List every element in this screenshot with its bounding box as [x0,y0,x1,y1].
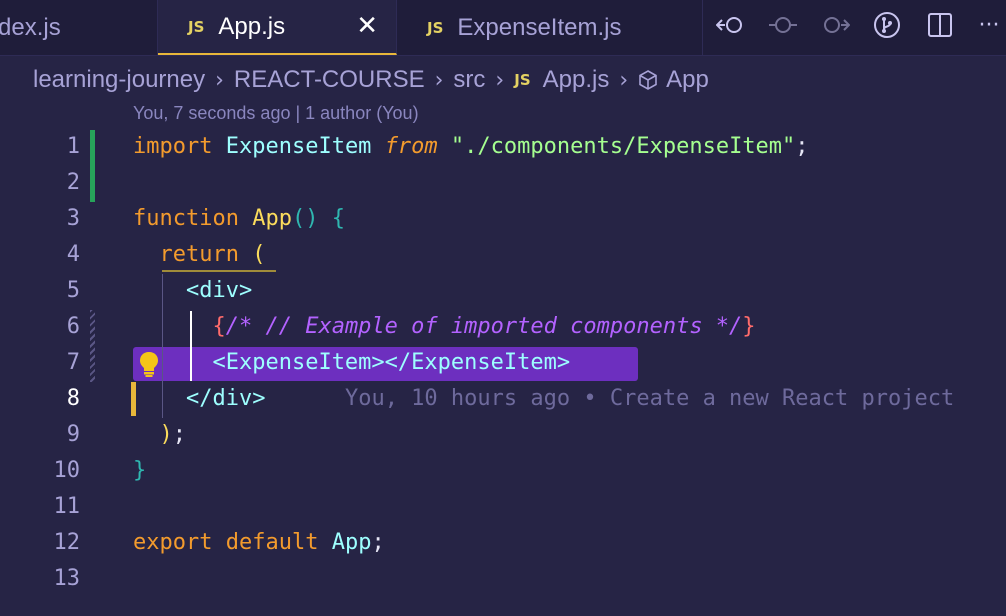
code-line-4[interactable]: return ( [133,242,266,267]
breadcrumb-separator: › [434,67,444,93]
code-line-5[interactable]: <div> [133,278,252,303]
source-control-icon[interactable] [870,8,904,42]
string-literal: "./components/ExpenseItem" [450,134,796,159]
line-number: 1 [66,134,80,159]
line-number-active: 8 [66,386,80,411]
identifier: App [331,530,372,555]
identifier: ExpenseItem [225,134,372,159]
parentheses: () [291,206,319,231]
code-line-10[interactable]: } [133,458,146,483]
jsx-tag: <ExpenseItem></ExpenseItem> [212,350,571,375]
close-brace: } [133,458,147,483]
commit-icon[interactable] [766,8,800,42]
line-number: 5 [66,278,80,303]
code-line-7[interactable]: <ExpenseItem></ExpenseItem> [133,350,570,375]
keyword-return: return [159,242,239,267]
line-number: 4 [66,242,80,267]
code-line-8[interactable]: </div> You, 10 hours ago • Create a new … [133,386,954,411]
line-number: 2 [66,170,80,195]
keyword-function: function [133,206,239,231]
open-brace: { [331,206,345,231]
line-number: 6 [66,314,80,339]
code-line-9[interactable]: ); [133,422,187,447]
keyword-export: export [133,530,213,555]
jsx-expression-open: { [212,314,226,339]
tab-app-js[interactable]: JS App.js ✕ [158,0,397,55]
line-number: 9 [66,422,80,447]
go-forward-icon[interactable] [818,8,852,42]
added-lines-indicator[interactable] [90,130,95,202]
symbol-cube-icon [639,70,657,90]
open-paren: ( [252,242,266,267]
js-file-icon: JS [188,17,205,36]
keyword-from: from [384,134,438,159]
breadcrumb-item-app-js[interactable]: App.js [543,66,610,94]
breadcrumb: learning-journey › REACT-COURSE › src › … [0,58,1006,102]
bracket-match-underline [162,270,276,272]
split-editor-icon[interactable] [923,8,957,42]
inline-blame[interactable]: You, 10 hours ago • Create a new React p… [345,386,954,411]
breadcrumb-separator: › [495,67,505,93]
tab-label: ExpenseItem.js [457,13,622,41]
comment: /* // Example of imported components */ [225,314,743,339]
code-line-1[interactable]: import ExpenseItem from "./components/Ex… [133,134,809,159]
codelens-blame-header[interactable]: You, 7 seconds ago | 1 author (You) [133,103,419,124]
deleted-lines-indicator[interactable] [90,310,95,382]
line-number: 7 [66,350,80,375]
breadcrumb-separator: › [215,67,224,93]
line-number: 11 [53,494,81,519]
close-icon[interactable]: ✕ [356,13,378,39]
semicolon: ; [795,134,809,159]
keyword-default: default [225,530,319,555]
code-line-3[interactable]: function App() { [133,206,345,231]
close-paren: ) [159,422,173,447]
line-number: 3 [66,206,80,231]
more-actions-icon[interactable]: ··· [972,8,1006,42]
more-actions-glyph: ··· [978,12,1000,38]
breadcrumb-item-src[interactable]: src [453,66,485,94]
jsx-tag: <div> [185,278,253,303]
breadcrumb-separator: › [619,67,629,93]
jsx-tag: </div> [185,386,266,411]
semicolon: ; [371,530,385,555]
code-line-12[interactable]: export default App; [133,530,385,555]
js-file-icon: JS [514,71,531,89]
line-number: 12 [53,530,81,555]
go-back-icon[interactable] [714,8,748,42]
tab-bar: dex.js JS App.js ✕ JS ExpenseItem.js ··· [0,0,1006,56]
keyword-import: import [133,134,213,159]
jsx-expression-close: } [742,314,756,339]
tab-index-js[interactable]: dex.js [0,0,158,55]
code-line-6[interactable]: {/* // Example of imported components */… [133,314,756,339]
tab-expenseitem-js[interactable]: JS ExpenseItem.js [397,0,703,55]
breadcrumb-item-app[interactable]: App [666,66,709,94]
line-number: 13 [53,566,81,591]
breadcrumb-item-react-course[interactable]: REACT-COURSE [234,66,425,94]
tab-label: App.js [218,12,286,40]
function-name: App [252,206,292,231]
tab-label: dex.js [0,13,61,41]
line-number: 10 [53,458,81,483]
semicolon: ; [172,422,186,447]
breadcrumb-item-learning-journey[interactable]: learning-journey [33,66,205,94]
js-file-icon: JS [427,18,444,37]
